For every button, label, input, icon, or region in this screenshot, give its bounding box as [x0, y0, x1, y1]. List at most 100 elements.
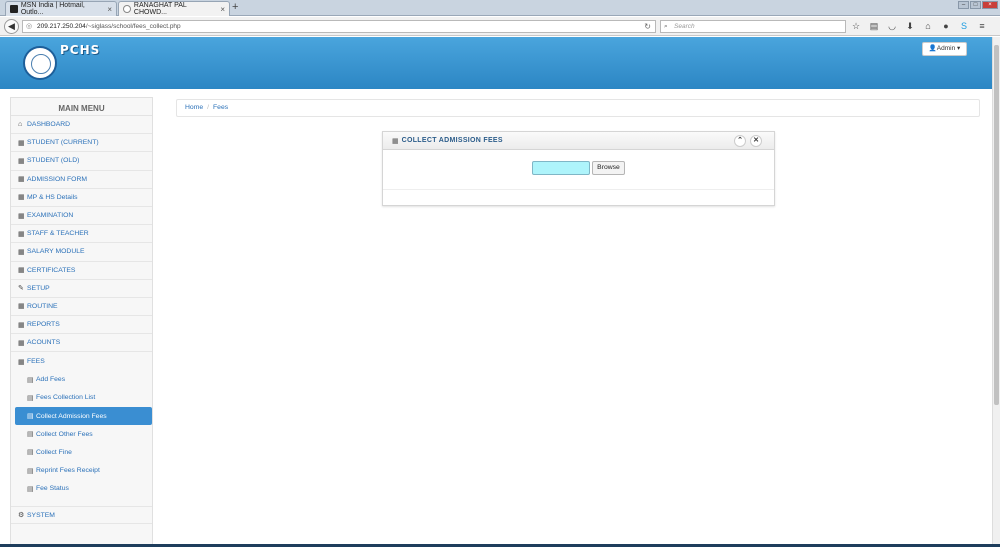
sidebar-sub-collect-fine[interactable]: ▤ Collect Fine [15, 443, 152, 461]
close-tab-icon[interactable]: × [107, 5, 112, 14]
sidebar-item-label: REPORTS [27, 321, 60, 329]
url-path: /~siglass/school/fees_collect.php [85, 23, 181, 30]
close-widget-icon[interactable]: ✕ [750, 135, 762, 147]
tab-ranaghat[interactable]: RANAGHAT PAL CHOWD... × [118, 1, 230, 16]
sidebar-item-label: CERTIFICATES [27, 266, 76, 274]
sidebar-item-system[interactable]: ⚙ SYSTEM [11, 505, 152, 525]
sidebar-sub-label: Collect Admission Fees [36, 412, 107, 420]
back-button[interactable]: ◀ [4, 19, 19, 34]
sidebar-item-mp-hs-details[interactable]: ▦ MP & HS Details [11, 189, 152, 207]
window-controls: – □ × [958, 1, 998, 9]
sidebar-item-student-old[interactable]: ▦ STUDENT (OLD) [11, 152, 152, 171]
close-window-icon[interactable]: × [982, 1, 998, 9]
sidebar-item-reports[interactable]: ▦ REPORTS [11, 316, 152, 335]
sidebar-item-examination[interactable]: ▦ EXAMINATION [11, 207, 152, 226]
sidebar-sub-collect-other-fees[interactable]: ▤ Collect Other Fees [15, 425, 152, 443]
sidebar-item-label: STAFF & TEACHER [27, 230, 89, 238]
sidebar-item-routine[interactable]: ▦ ROUTINE [11, 298, 152, 317]
site-header: PCHS 👤Admin ▾ [0, 37, 992, 89]
sidebar-sub-add-fees[interactable]: ▤ Add Fees [15, 371, 152, 389]
sidebar: MAIN MENU ⌂ DASHBOARD ▦ STUDENT (CURRENT) … [10, 97, 153, 544]
sidebar-item-fees[interactable]: ▦ FEES [11, 352, 152, 370]
grid-icon: ▦ [18, 194, 25, 202]
menu-icon[interactable]: ≡ [976, 20, 988, 32]
browser-tab-bar: MSN India | Hotmail, Outlo... × RANAGHAT… [0, 0, 1000, 16]
page-scrollbar[interactable] [992, 37, 1000, 544]
grid-icon: ▦ [392, 137, 399, 145]
sidebar-item-label: STUDENT (CURRENT) [27, 139, 99, 147]
sidebar-sub-label: Add Fees [36, 376, 66, 384]
sidebar-item-student-current[interactable]: ▦ STUDENT (CURRENT) [11, 134, 152, 153]
sidebar-item-admission-form[interactable]: ▦ ADMISSION FORM [11, 171, 152, 189]
sidebar-item-dashboard[interactable]: ⌂ DASHBOARD [11, 116, 152, 135]
close-tab-icon[interactable]: × [220, 5, 225, 14]
sidebar-item-label: FEES [27, 358, 45, 366]
wrench-icon: ✎ [18, 285, 24, 293]
browse-button[interactable]: Browse [592, 161, 625, 175]
sidebar-sub-label: Collect Fine [36, 448, 72, 456]
chat-icon[interactable]: ● [940, 20, 952, 32]
download-icon[interactable]: ⬇ [904, 20, 916, 32]
globe-icon: ◎ [26, 23, 33, 30]
grid-icon: ▦ [18, 339, 25, 347]
list-icon: ▤ [27, 431, 34, 439]
admin-dropdown-button[interactable]: 👤Admin ▾ [922, 42, 967, 56]
school-logo[interactable] [23, 46, 57, 80]
breadcrumb-home-link[interactable]: Home [185, 104, 203, 111]
home-browser-icon[interactable]: ⌂ [922, 20, 934, 32]
sidebar-title: MAIN MENU [11, 98, 152, 116]
sidebar-sub-fee-status[interactable]: ▤ Fee Status [15, 480, 152, 498]
list-icon: ▤ [27, 467, 34, 475]
grid-icon: ▦ [18, 358, 25, 366]
sidebar-sub-reprint-fees-receipt[interactable]: ▤ Reprint Fees Receipt [15, 462, 152, 480]
sidebar-sub-collect-admission-fees[interactable]: ▤ Collect Admission Fees [15, 407, 152, 426]
grid-icon: ▦ [18, 230, 25, 238]
search-input[interactable]: ⌕ Search [660, 20, 846, 33]
breadcrumb-current-link[interactable]: Fees [213, 104, 228, 111]
breadcrumb-separator: / [207, 104, 210, 111]
tab-msn[interactable]: MSN India | Hotmail, Outlo... × [5, 1, 117, 16]
new-tab-button[interactable]: + [232, 1, 238, 13]
breadcrumb: Home / Fees [176, 99, 980, 117]
minimize-icon[interactable]: – [958, 1, 969, 9]
file-path-input[interactable] [532, 161, 590, 175]
widget-title: COLLECT ADMISSION FEES [401, 137, 503, 144]
sidebar-sub-label: Fee Status [36, 485, 69, 493]
page-viewport: PCHS 👤Admin ▾ MAIN MENU ⌂ DASHBOARD ▦ STUD… [0, 37, 992, 544]
url-bar[interactable]: ◎ 209.217.250.204/~siglass/school/fees_c… [22, 20, 656, 33]
pocket-icon[interactable]: ◡ [886, 20, 898, 32]
sidebar-sub-label: Reprint Fees Receipt [36, 467, 100, 475]
msn-favicon-icon [10, 5, 18, 13]
sidebar-item-certificates[interactable]: ▦ CERTIFICATES [11, 262, 152, 280]
list-icon: ▤ [27, 413, 34, 421]
sidebar-item-salary-module[interactable]: ▦ SALARY MODULE [11, 243, 152, 262]
home-icon: ⌂ [18, 121, 23, 129]
sidebar-item-staff-teacher[interactable]: ▦ STAFF & TEACHER [11, 225, 152, 244]
maximize-icon[interactable]: □ [970, 1, 981, 9]
browser-toolbar: ☆ ▤ ◡ ⬇ ⌂ ● S ≡ [850, 20, 988, 32]
list-icon: ▤ [27, 449, 34, 457]
site-favicon-icon [123, 5, 131, 13]
list-icon: ▤ [27, 485, 34, 493]
scrollbar-thumb[interactable] [994, 45, 999, 405]
browser-nav-bar: ◀ ◎ 209.217.250.204/~siglass/school/fees… [0, 17, 1000, 36]
sidebar-item-label: DASHBOARD [27, 121, 71, 129]
bookmark-star-icon[interactable]: ☆ [850, 20, 862, 32]
sidebar-sub-fees-collection-list[interactable]: ▤ Fees Collection List [15, 389, 152, 407]
sidebar-item-label: EXAMINATION [27, 212, 74, 220]
sidebar-sub-label: Collect Other Fees [36, 430, 93, 438]
tab-label: MSN India | Hotmail, Outlo... [20, 2, 85, 16]
grid-icon: ▦ [18, 176, 25, 184]
clipboard-icon[interactable]: ▤ [868, 20, 880, 32]
sidebar-item-label: SALARY MODULE [27, 248, 85, 256]
sidebar-item-label: MP & HS Details [27, 193, 78, 201]
widget-body: Browse [383, 150, 774, 190]
search-placeholder: Search [674, 23, 695, 30]
sidebar-item-setup[interactable]: ✎ SETUP [11, 280, 152, 298]
sidebar-item-acounts[interactable]: ▦ ACOUNTS [11, 334, 152, 353]
reload-icon[interactable]: ↻ [644, 21, 651, 32]
collapse-chevron-up-icon[interactable]: ⌃ [734, 135, 746, 147]
sidebar-item-label: SYSTEM [27, 511, 55, 519]
list-icon: ▤ [27, 376, 34, 384]
skype-icon[interactable]: S [958, 20, 970, 32]
